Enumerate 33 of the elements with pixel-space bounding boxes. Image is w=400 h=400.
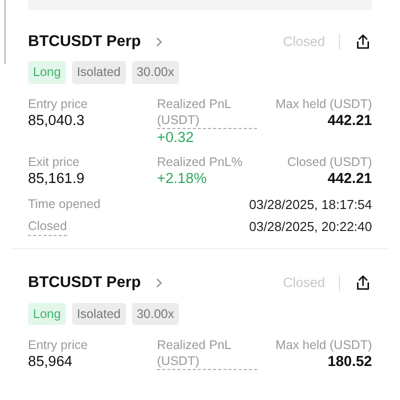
metric-value: 442.21	[328, 170, 372, 189]
time-value: 03/28/2025, 20:22:40	[249, 218, 372, 236]
share-icon[interactable]	[354, 32, 372, 51]
tag: Isolated	[72, 61, 126, 84]
tag: Long	[28, 302, 66, 326]
time-label: Closed	[28, 216, 67, 236]
metric-value: 180.52	[328, 353, 372, 372]
metric-value: 442.21	[328, 112, 372, 131]
pair-title[interactable]: BTCUSDT Perp	[28, 30, 141, 54]
metric-label: Realized PnL (USDT)	[157, 96, 257, 129]
metric-value: 85,964	[28, 353, 72, 372]
metric-label: Realized PnL%	[157, 154, 242, 170]
metric-value: 85,040.3	[28, 112, 84, 131]
metric-label: Max held (USDT)	[275, 96, 372, 112]
tag: Long	[28, 61, 66, 84]
metric-label: Closed (USDT)	[287, 154, 372, 170]
metric-label: Realized PnL (USDT)	[157, 337, 257, 370]
metric-label: Max held (USDT)	[275, 337, 372, 354]
metric-value: +0.32	[157, 129, 194, 148]
time-value: 03/28/2025, 18:17:54	[249, 196, 372, 214]
tag: 30.00x	[132, 302, 180, 326]
tag: 30.00x	[132, 61, 180, 84]
time-label: Time opened	[28, 196, 100, 213]
share-icon[interactable]	[354, 274, 372, 292]
metric-label: Exit price	[28, 154, 80, 170]
metric-label: Entry price	[28, 337, 88, 354]
chevron-right-icon[interactable]	[154, 276, 163, 289]
tag: Isolated	[72, 302, 126, 326]
metric-label: Entry price	[28, 96, 88, 112]
chevron-right-icon[interactable]	[154, 36, 163, 48]
pair-title[interactable]: BTCUSDT Perp	[28, 271, 141, 294]
metric-value: +2.18%	[157, 170, 207, 189]
metric-value: 85,161.9	[28, 170, 84, 189]
